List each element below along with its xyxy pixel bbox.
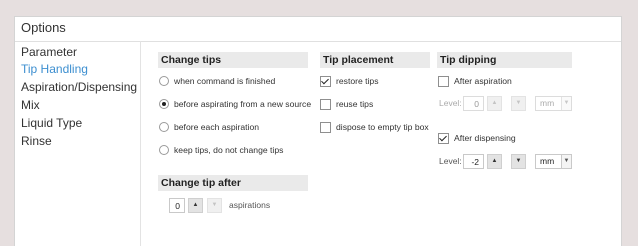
nav-divider [140, 41, 141, 246]
select-value: mm [540, 156, 555, 166]
aspiration-level-increment-button[interactable]: ▲ [487, 96, 502, 111]
aspiration-unit-select[interactable]: mm ▼ [535, 96, 572, 111]
checkbox-checked-icon[interactable] [438, 132, 449, 144]
checkbox-after-dispensing[interactable]: After dispensing [438, 131, 516, 145]
change-tips-header: Change tips [158, 52, 308, 68]
options-panel: Options Parameter Tip Handling Aspiratio… [14, 16, 622, 246]
change-tip-after-unit: aspirations [229, 200, 271, 210]
radio-icon[interactable] [159, 145, 169, 155]
checkbox-icon[interactable] [320, 121, 331, 133]
chevron-down-icon[interactable]: ▼ [561, 97, 571, 110]
radio-label: before each aspiration [174, 122, 260, 132]
nav-item-mix[interactable]: Mix [15, 97, 139, 114]
checkbox-label: After aspiration [454, 76, 512, 86]
checkbox-reuse-tips[interactable]: reuse tips [320, 97, 373, 111]
checkbox-label: reuse tips [336, 99, 374, 109]
dispensing-level-label: Level: [439, 156, 462, 166]
checkbox-label: After dispensing [454, 133, 516, 143]
tip-dipping-header: Tip dipping [437, 52, 572, 68]
dispensing-unit-select[interactable]: mm ▼ [535, 154, 572, 169]
aspiration-level-input[interactable]: 0 [463, 96, 484, 111]
radio-icon[interactable] [159, 76, 169, 86]
dispensing-level-input[interactable]: -2 [463, 154, 484, 169]
checkbox-dispose-to-empty-tip-box[interactable]: dispose to empty tip box [320, 120, 429, 134]
change-tip-after-input[interactable]: 0 [169, 198, 185, 213]
change-tip-after-header: Change tip after [158, 175, 308, 191]
radio-label: when command is finished [174, 76, 276, 86]
tip-placement-header: Tip placement [320, 52, 430, 68]
aspiration-level-decrement-button[interactable]: ▼ [511, 96, 526, 111]
options-title: Options [21, 20, 66, 35]
checkbox-icon[interactable] [438, 75, 449, 87]
nav-item-tip-handling[interactable]: Tip Handling [15, 61, 139, 78]
radio-keep-tips[interactable]: keep tips, do not change tips [159, 143, 283, 157]
radio-before-each-aspiration[interactable]: before each aspiration [159, 120, 259, 134]
nav-item-rinse[interactable]: Rinse [15, 133, 139, 150]
dispensing-level-decrement-button[interactable]: ▼ [511, 154, 526, 169]
checkbox-checked-icon[interactable] [320, 75, 331, 87]
checkbox-icon[interactable] [320, 98, 331, 110]
radio-label: keep tips, do not change tips [174, 145, 284, 155]
radio-when-command-finished[interactable]: when command is finished [159, 74, 275, 88]
checkbox-label: dispose to empty tip box [336, 122, 429, 132]
select-value: mm [540, 98, 555, 108]
radio-selected-icon[interactable] [159, 99, 169, 109]
nav-item-liquid-type[interactable]: Liquid Type [15, 115, 139, 132]
nav-item-aspiration-dispensing[interactable]: Aspiration/Dispensing [15, 79, 139, 96]
nav-item-parameter[interactable]: Parameter [15, 44, 139, 61]
radio-before-new-source[interactable]: before aspirating from a new source [159, 97, 311, 111]
radio-icon[interactable] [159, 122, 169, 132]
chevron-down-icon[interactable]: ▼ [561, 155, 571, 168]
title-divider [15, 41, 621, 42]
aspiration-level-label: Level: [439, 98, 462, 108]
dispensing-level-increment-button[interactable]: ▲ [487, 154, 502, 169]
checkbox-label: restore tips [336, 76, 379, 86]
checkbox-after-aspiration[interactable]: After aspiration [438, 74, 512, 88]
checkbox-restore-tips[interactable]: restore tips [320, 74, 379, 88]
change-tip-after-decrement-button[interactable]: ▼ [207, 198, 222, 213]
radio-label: before aspirating from a new source [174, 99, 312, 109]
change-tip-after-increment-button[interactable]: ▲ [188, 198, 203, 213]
